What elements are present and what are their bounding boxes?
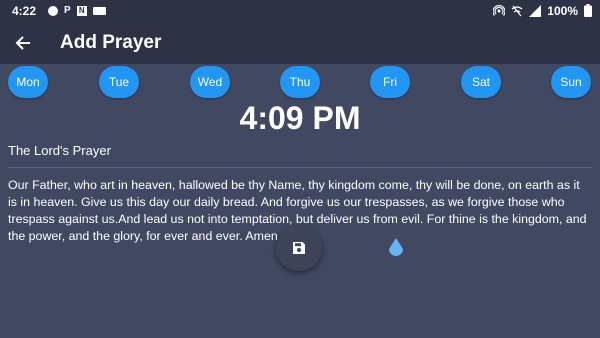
day-button-wed[interactable]: Wed (190, 66, 230, 98)
page-title: Add Prayer (60, 31, 162, 53)
battery-percent: 100% (547, 3, 578, 18)
hotspot-icon (493, 4, 506, 16)
circle-icon (48, 5, 59, 16)
day-button-fri[interactable]: Fri (370, 66, 410, 98)
notification-icons: P N (48, 4, 106, 16)
battery-icon (584, 4, 592, 17)
save-button[interactable] (276, 225, 322, 271)
status-time: 4:22 (12, 3, 37, 18)
signal-icon (529, 4, 542, 17)
badge-icon (92, 6, 106, 15)
day-button-sun[interactable]: Sun (551, 66, 591, 98)
prayer-title-field[interactable]: The Lord's Prayer (8, 143, 592, 168)
text-cursor-handle[interactable] (387, 238, 405, 260)
wifi-off-icon (511, 5, 523, 16)
n-icon: N (76, 5, 87, 16)
status-bar: 4:22 P N 100% (0, 0, 600, 21)
p-icon: P (64, 4, 71, 16)
arrow-left-icon (15, 35, 30, 50)
app-bar: Add Prayer (0, 21, 600, 64)
system-icons: 100% (493, 4, 592, 18)
back-button[interactable] (11, 31, 35, 55)
day-button-mon[interactable]: Mon (8, 66, 48, 98)
day-button-sat[interactable]: Sat (461, 66, 501, 98)
save-icon (293, 242, 305, 254)
day-button-thu[interactable]: Thu (280, 66, 320, 98)
day-button-tue[interactable]: Tue (99, 66, 139, 98)
day-selector: Mon Tue Wed Thu Fri Sat Sun (8, 66, 592, 100)
time-picker-display[interactable]: 4:09 PM (0, 98, 600, 138)
